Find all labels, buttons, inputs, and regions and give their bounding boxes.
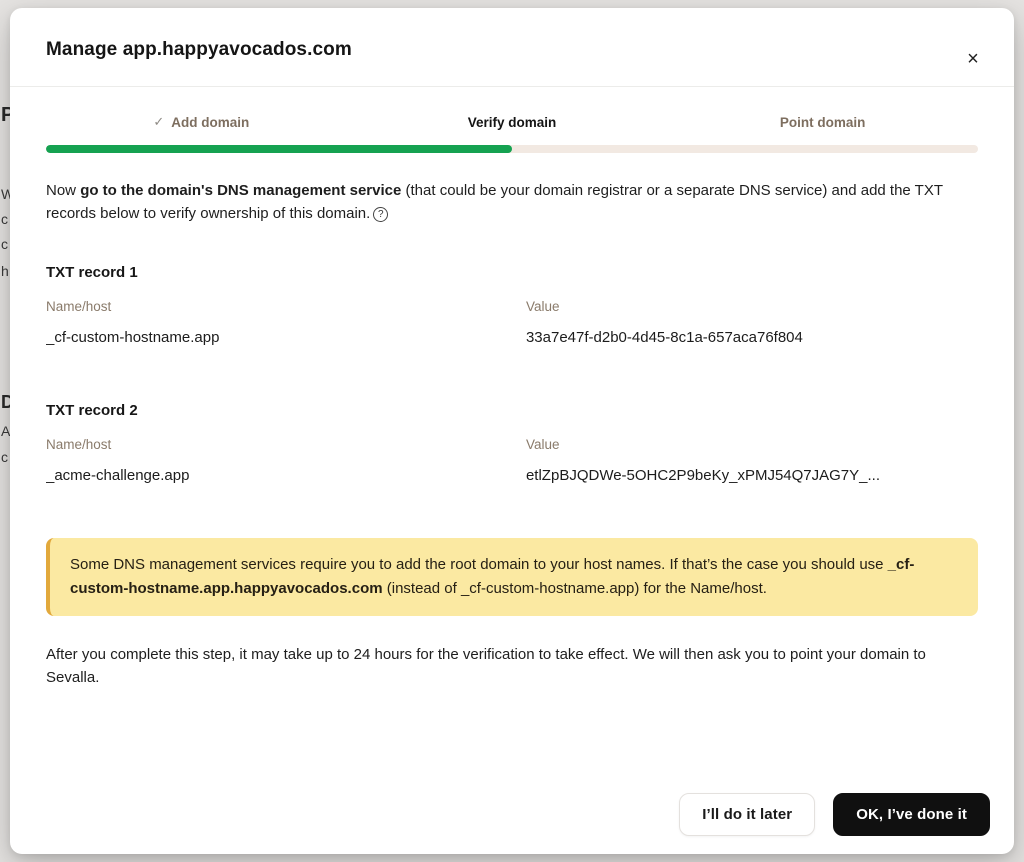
record-grid: Name/host Value _cf-custom-hostname.app … (46, 281, 978, 346)
record-title: TXT record 2 (46, 402, 978, 419)
close-icon[interactable]: × (958, 44, 988, 74)
record-title: TXT record 1 (46, 264, 978, 281)
step-verify-domain: Verify domain (357, 114, 668, 130)
record-name-host: _cf-custom-hostname.app (46, 329, 526, 346)
ok-done-button[interactable]: OK, I’ve done it (833, 793, 990, 836)
progress-bar-fill (46, 145, 512, 153)
step-label: Point domain (780, 115, 866, 130)
value-label: Value (526, 437, 978, 452)
name-host-label: Name/host (46, 299, 526, 314)
modal-body: Now go to the domain's DNS management se… (10, 153, 1014, 793)
record-value: etlZpBJQDWe-5OHC2P9beKy_xPMJ54Q7JAG7Y_..… (526, 467, 978, 484)
help-icon[interactable]: ? (373, 207, 388, 222)
background-text-fragment: c (1, 449, 8, 465)
progress-bar (46, 145, 978, 153)
record-value: 33a7e47f-d2b0-4d45-8c1a-657aca76f804 (526, 329, 978, 346)
name-host-label: Name/host (46, 437, 526, 452)
txt-record-1: TXT record 1 Name/host Value _cf-custom-… (46, 264, 978, 346)
intro-text: Now go to the domain's DNS management se… (46, 179, 978, 226)
intro-bold: go to the domain's DNS management servic… (80, 182, 401, 199)
value-label: Value (526, 299, 978, 314)
record-grid: Name/host Value _acme-challenge.app etlZ… (46, 419, 978, 484)
wizard-stepper: ✓ Add domain Verify domain Point domain (10, 87, 1014, 130)
step-label: Add domain (171, 115, 249, 130)
do-it-later-button[interactable]: I’ll do it later (679, 793, 815, 836)
manage-domain-modal: Manage app.happyavocados.com × ✓ Add dom… (10, 8, 1014, 854)
background-text-fragment: c (1, 236, 8, 252)
check-icon: ✓ (153, 114, 164, 130)
record-name-host: _acme-challenge.app (46, 467, 526, 484)
modal-footer: I’ll do it later OK, I’ve done it (10, 793, 1014, 854)
background-text-fragment: A (1, 423, 10, 439)
notice-part1: Some DNS management services require you… (70, 556, 888, 573)
background-text-fragment: h (1, 263, 9, 279)
txt-record-2: TXT record 2 Name/host Value _acme-chall… (46, 402, 978, 484)
modal-header: Manage app.happyavocados.com × (10, 8, 1014, 87)
background-text-fragment: c (1, 211, 8, 227)
dns-root-domain-notice: Some DNS management services require you… (46, 538, 978, 616)
modal-title: Manage app.happyavocados.com (46, 39, 978, 61)
verification-time-note: After you complete this step, it may tak… (46, 643, 978, 690)
step-add-domain: ✓ Add domain (46, 114, 357, 130)
notice-part2: (instead of _cf-custom-hostname.app) for… (383, 580, 767, 597)
step-point-domain: Point domain (667, 114, 978, 130)
step-label: Verify domain (468, 115, 557, 130)
intro-before: Now (46, 182, 80, 199)
